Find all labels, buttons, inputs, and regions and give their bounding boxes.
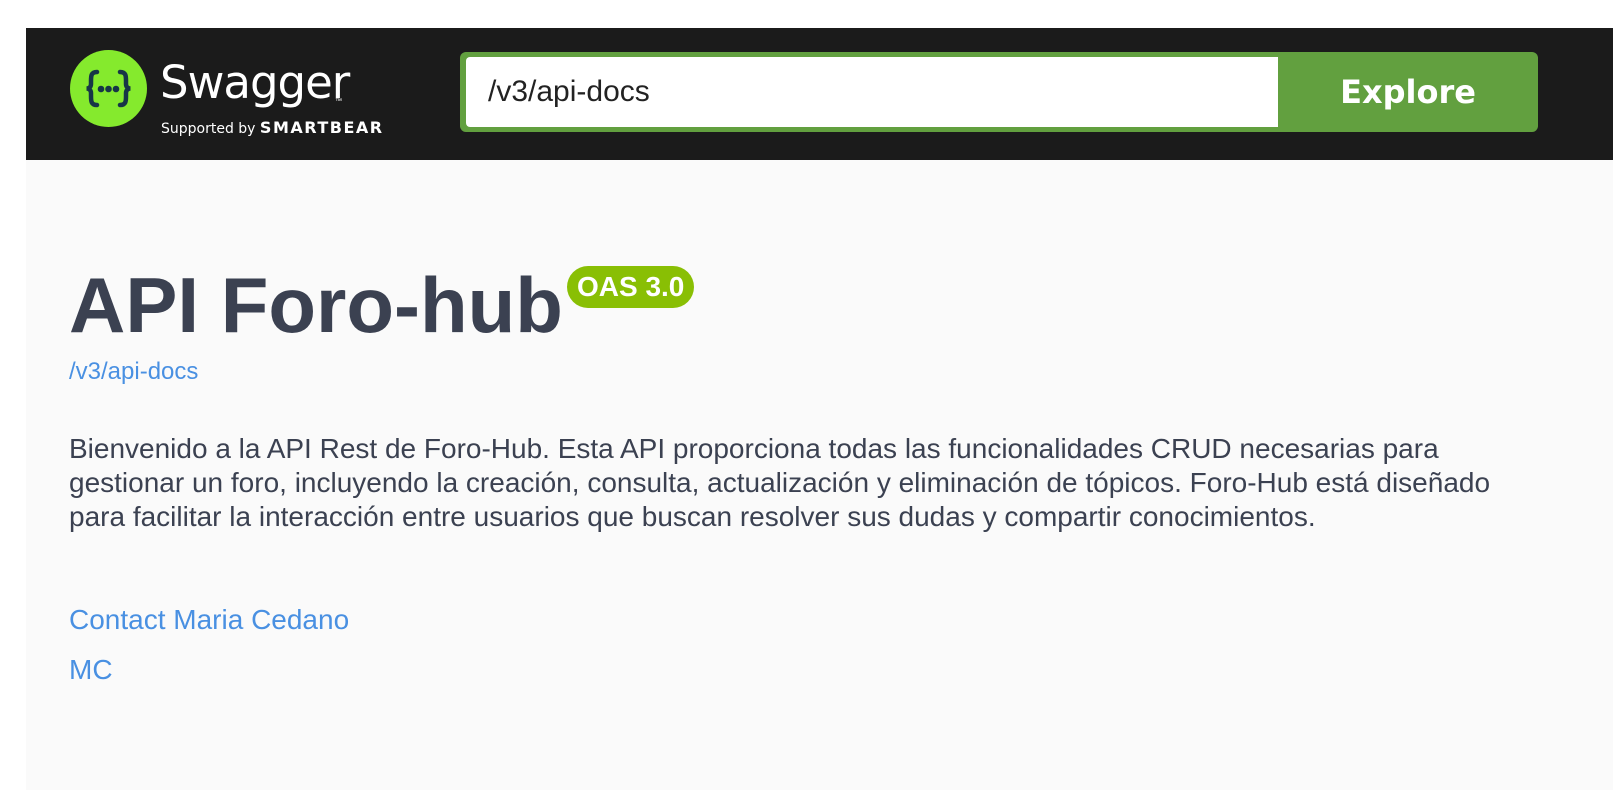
spec-url-link[interactable]: /v3/api-docs [69, 358, 198, 386]
top-bar: Swagger ™ Supported by SMARTBEAR Explore [26, 28, 1613, 160]
spec-url-form: Explore [460, 52, 1538, 132]
title-row: API Foro-hub OAS 3.0 [69, 260, 1499, 350]
api-info-section: API Foro-hub OAS 3.0 /v3/api-docs Bienve… [69, 260, 1499, 685]
trademark-symbol: ™ [335, 98, 342, 105]
spec-url-input[interactable] [466, 57, 1278, 127]
license-link[interactable]: MC [69, 654, 113, 686]
swagger-logo[interactable]: Swagger ™ Supported by SMARTBEAR [70, 50, 390, 140]
supported-by-text: Supported by SMARTBEAR [161, 118, 384, 137]
contact-link[interactable]: Contact Maria Cedano [69, 604, 349, 636]
api-description: Bienvenido a la API Rest de Foro-Hub. Es… [69, 433, 1491, 532]
swagger-ui-page: Swagger ™ Supported by SMARTBEAR Explore… [26, 28, 1613, 790]
explore-button[interactable]: Explore [1278, 52, 1538, 132]
oas-version-badge: OAS 3.0 [567, 266, 695, 308]
swagger-wordmark: Swagger [160, 56, 350, 109]
api-title: API Foro-hub [69, 261, 563, 349]
smartbear-brand: SMARTBEAR [259, 118, 384, 137]
supported-by-label: Supported by [161, 121, 256, 137]
swagger-logo-icon [70, 50, 147, 127]
